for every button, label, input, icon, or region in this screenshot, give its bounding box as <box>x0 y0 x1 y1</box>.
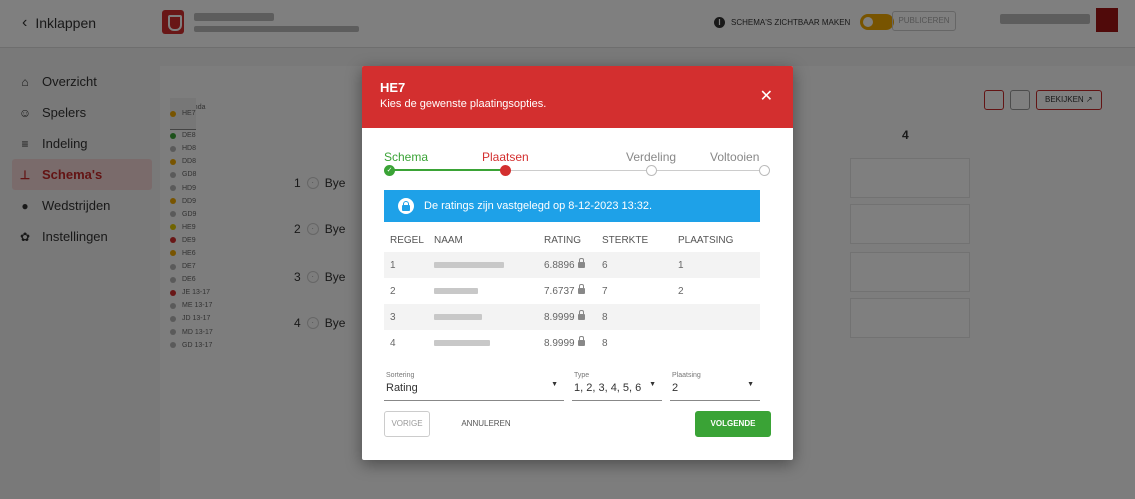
placement-options: Sortering Rating ▼ Type 1, 2, 3, 4, 5, 6… <box>384 369 760 401</box>
player-name-redacted <box>434 261 504 268</box>
players-table: REGEL NAAM RATING STERKTE PLAATSING 1 6.… <box>384 228 760 356</box>
modal-title: HE7 <box>380 80 406 95</box>
table-row[interactable]: 4 8.9999 8 <box>384 330 760 356</box>
lock-icon <box>398 198 414 214</box>
next-button[interactable]: VOLGENDE <box>695 411 771 437</box>
caret-down-icon: ▼ <box>551 381 558 388</box>
lock-icon <box>577 309 585 320</box>
col-header: STERKTE <box>602 234 649 246</box>
lock-icon <box>577 283 585 294</box>
step-dot-current <box>500 165 511 176</box>
modal-subtitle: Kies de gewenste plaatingsopties. <box>380 98 547 110</box>
table-header-row: REGEL NAAM RATING STERKTE PLAATSING <box>384 228 760 252</box>
col-header: RATING <box>544 234 582 246</box>
table-row[interactable]: 2 7.6737 7 2 <box>384 278 760 304</box>
type-select[interactable]: Type 1, 2, 3, 4, 5, 6 ▼ <box>572 369 662 401</box>
sortering-select[interactable]: Sortering Rating ▼ <box>384 369 564 401</box>
step-plaatsen[interactable]: Plaatsen <box>482 150 529 164</box>
player-name-redacted <box>434 287 478 294</box>
step-line-todo <box>506 170 766 171</box>
step-dot-todo <box>759 165 770 176</box>
step-line-done <box>390 169 506 171</box>
col-header: REGEL <box>390 234 424 246</box>
banner-text: De ratings zijn vastgelegd op 8-12-2023 … <box>424 200 653 212</box>
player-name-redacted <box>434 313 482 320</box>
table-row[interactable]: 1 6.8896 6 1 <box>384 252 760 278</box>
plaatsing-select[interactable]: Plaatsing 2 ▼ <box>670 369 760 401</box>
ratings-locked-banner: De ratings zijn vastgelegd op 8-12-2023 … <box>384 190 760 222</box>
step-voltooien: Voltooien <box>710 150 760 164</box>
step-verdeling: Verdeling <box>626 150 677 164</box>
stepper: Schema Plaatsen Verdeling Voltooien ✓ <box>384 150 770 180</box>
step-dot-todo <box>646 165 657 176</box>
placement-modal: HE7 Kies de gewenste plaatingsopties. ✕ … <box>362 66 793 460</box>
close-icon[interactable]: ✕ <box>760 86 773 106</box>
caret-down-icon: ▼ <box>747 381 754 388</box>
player-name-redacted <box>434 339 490 346</box>
step-schema[interactable]: Schema <box>384 150 428 164</box>
col-header: PLAATSING <box>678 234 734 246</box>
cancel-button[interactable]: ANNULEREN <box>458 412 514 438</box>
previous-button[interactable]: VORIGE <box>384 411 430 437</box>
table-row[interactable]: 3 8.9999 8 <box>384 304 760 330</box>
check-icon: ✓ <box>384 165 395 176</box>
modal-header: HE7 Kies de gewenste plaatingsopties. ✕ <box>362 66 793 128</box>
caret-down-icon: ▼ <box>649 381 656 388</box>
col-header: NAAM <box>434 234 463 246</box>
lock-icon <box>577 335 585 346</box>
lock-icon <box>577 257 585 268</box>
